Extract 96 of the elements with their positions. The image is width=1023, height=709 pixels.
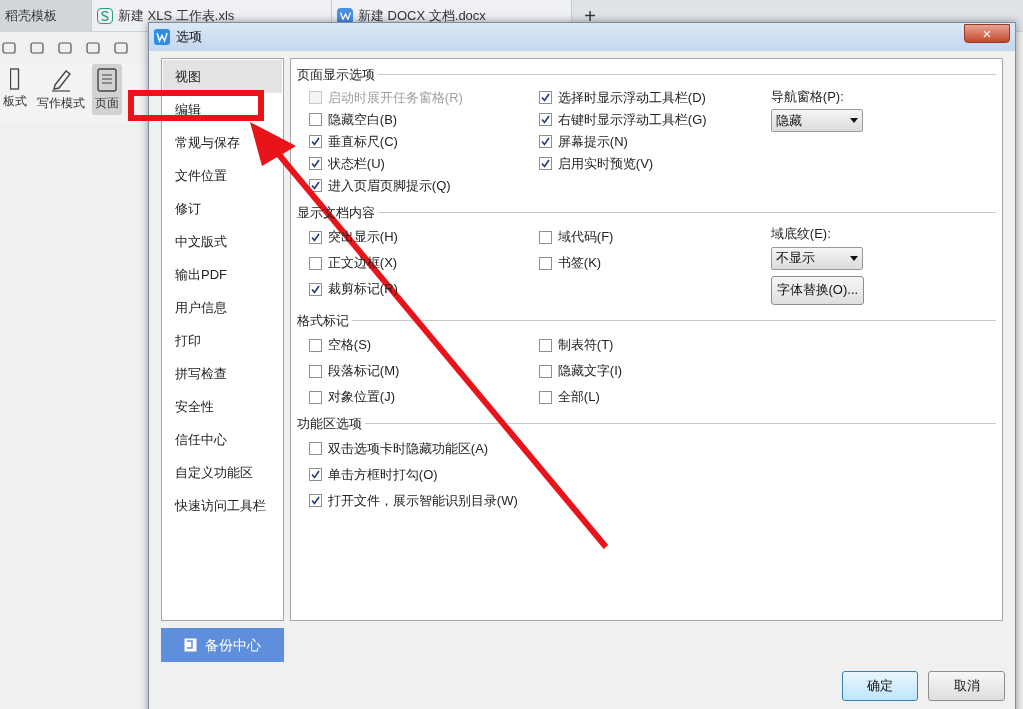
ok-button[interactable]: 确定 bbox=[842, 671, 918, 701]
category-item[interactable]: 用户信息 bbox=[163, 291, 231, 324]
category-item[interactable]: 信任中心 bbox=[163, 423, 231, 456]
checkbox-label: 启用实时预览(V) bbox=[557, 154, 654, 173]
checkbox-label: 启动时展开任务窗格(R) bbox=[327, 88, 463, 107]
checkbox-label: 垂直标尺(C) bbox=[327, 132, 398, 151]
category-item[interactable]: 修订 bbox=[163, 192, 205, 225]
checkbox[interactable] bbox=[308, 282, 322, 296]
category-item[interactable]: 中文版式 bbox=[163, 225, 231, 258]
toolbar-icon[interactable] bbox=[114, 41, 128, 55]
section-heading: 页面显示选项 bbox=[296, 66, 375, 84]
checkbox[interactable] bbox=[308, 230, 322, 244]
checkbox[interactable] bbox=[538, 230, 552, 244]
layout-icon bbox=[10, 68, 20, 90]
caret-icon bbox=[849, 255, 858, 261]
caret-icon bbox=[849, 118, 858, 123]
check-icon bbox=[540, 159, 550, 168]
checkbox[interactable] bbox=[308, 468, 322, 481]
category-item[interactable]: 输出PDF bbox=[163, 258, 231, 291]
checkbox-label: 域代码(F) bbox=[557, 228, 614, 247]
toolbar-icon[interactable] bbox=[30, 41, 44, 55]
section-heading: 格式标记 bbox=[296, 311, 349, 330]
category-item[interactable]: 常规与保存 bbox=[163, 126, 244, 159]
checkbox-label: 双击选项卡时隐藏功能区(A) bbox=[327, 439, 489, 458]
category-item[interactable]: 自定义功能区 bbox=[163, 456, 257, 489]
section-heading: 功能区选项 bbox=[296, 415, 362, 433]
category-item[interactable]: 编辑 bbox=[163, 93, 205, 126]
check-icon bbox=[310, 159, 320, 168]
checkbox[interactable] bbox=[538, 390, 552, 404]
sheet-icon bbox=[97, 7, 113, 24]
category-item[interactable]: 拼写检查 bbox=[163, 357, 231, 390]
checkbox-label: 状态栏(U) bbox=[327, 154, 385, 173]
checkbox[interactable] bbox=[538, 338, 552, 352]
checkbox[interactable] bbox=[308, 256, 322, 270]
checkbox-label: 空格(S) bbox=[327, 336, 372, 355]
category-item[interactable]: 打印 bbox=[163, 324, 205, 357]
page-icon bbox=[97, 68, 117, 92]
dropdown-label: 导航窗格(P): bbox=[770, 87, 845, 106]
checkbox-label: 单击方框时打勾(O) bbox=[327, 465, 438, 484]
check-icon bbox=[310, 496, 320, 505]
check-icon bbox=[540, 93, 550, 102]
checkbox[interactable] bbox=[538, 91, 552, 104]
check-icon bbox=[310, 284, 320, 294]
checkbox-label: 右键时显示浮动工具栏(G) bbox=[557, 110, 707, 129]
checkbox-label: 制表符(T) bbox=[557, 336, 614, 355]
font-substitution-button[interactable]: 字体替换(O)... bbox=[770, 275, 864, 305]
checkbox-label: 书签(K) bbox=[557, 254, 602, 273]
checkbox[interactable] bbox=[308, 157, 322, 170]
check-icon bbox=[310, 470, 320, 479]
check-icon bbox=[310, 181, 320, 190]
checkbox[interactable] bbox=[308, 364, 322, 378]
checkbox-label: 段落标记(M) bbox=[327, 362, 400, 381]
checkbox-label: 选择时显示浮动工具栏(D) bbox=[557, 88, 706, 107]
checkbox[interactable] bbox=[538, 364, 552, 378]
document-tab[interactable]: 稻壳模板 bbox=[0, 0, 92, 31]
checkbox[interactable] bbox=[308, 494, 322, 507]
dropdown[interactable]: 隐藏 bbox=[770, 109, 863, 132]
checkbox-label: 隐藏文字(I) bbox=[557, 362, 623, 381]
check-icon bbox=[310, 232, 320, 242]
check-icon bbox=[310, 137, 320, 146]
backup-icon bbox=[183, 638, 197, 652]
checkbox-label: 进入页眉页脚提示(Q) bbox=[327, 176, 451, 195]
toolbar-icon[interactable] bbox=[2, 41, 16, 55]
checkbox[interactable] bbox=[308, 338, 322, 352]
app-logo-icon bbox=[154, 29, 170, 45]
category-item[interactable]: 文件位置 bbox=[163, 159, 231, 192]
checkbox[interactable] bbox=[538, 256, 552, 270]
cancel-button[interactable]: 取消 bbox=[928, 671, 1005, 701]
check-icon bbox=[540, 137, 550, 146]
checkbox-label: 屏幕提示(N) bbox=[557, 132, 628, 151]
checkbox[interactable] bbox=[538, 157, 552, 170]
checkbox[interactable] bbox=[538, 135, 552, 148]
view-mode-button[interactable]: 板式 bbox=[0, 64, 30, 113]
check-icon bbox=[540, 115, 550, 124]
new-tab-button[interactable]: + bbox=[572, 0, 608, 31]
view-mode-button[interactable]: 写作模式 bbox=[34, 64, 88, 115]
toolbar-icon[interactable] bbox=[86, 41, 100, 55]
checkbox-label: 隐藏空白(B) bbox=[327, 110, 398, 129]
checkbox-label: 对象位置(J) bbox=[327, 388, 395, 407]
category-item[interactable]: 安全性 bbox=[163, 390, 218, 423]
checkbox[interactable] bbox=[308, 113, 322, 126]
dialog-title: 选项 bbox=[176, 28, 202, 47]
toolbar-icon[interactable] bbox=[58, 41, 72, 55]
checkbox[interactable] bbox=[538, 113, 552, 126]
pen-icon bbox=[50, 68, 72, 92]
category-item[interactable]: 视图 bbox=[163, 60, 282, 93]
checkbox-label: 全部(L) bbox=[557, 388, 600, 407]
category-item[interactable]: 快速访问工具栏 bbox=[163, 489, 270, 522]
view-mode-button[interactable]: 页面 bbox=[92, 64, 122, 115]
checkbox[interactable] bbox=[308, 442, 322, 455]
dropdown[interactable]: 不显示 bbox=[770, 246, 863, 270]
checkbox[interactable] bbox=[308, 390, 322, 404]
document-icon bbox=[337, 7, 353, 24]
dropdown-label: 域底纹(E): bbox=[770, 225, 832, 243]
checkbox-label: 打开文件，展示智能识别目录(W) bbox=[327, 491, 518, 510]
checkbox[interactable] bbox=[308, 135, 322, 148]
